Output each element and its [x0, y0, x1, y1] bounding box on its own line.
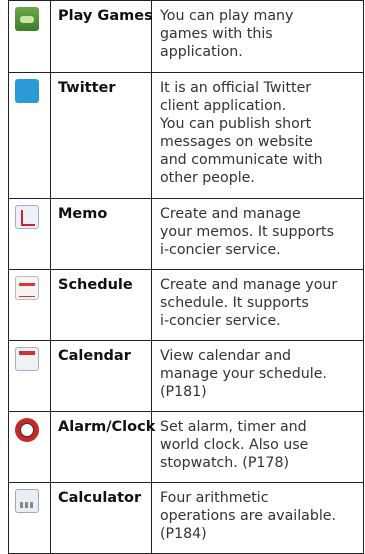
- schedule-icon: [15, 276, 39, 300]
- app-name: Alarm/Clock: [58, 419, 156, 435]
- table-row: Twitter It is an official Twitter client…: [8, 72, 364, 199]
- app-description: Set alarm, timer and world clock. Also u…: [160, 419, 309, 471]
- table-row: Calendar View calendar and manage your s…: [8, 340, 364, 412]
- twitter-bird-icon: [15, 79, 39, 103]
- app-name: Calendar: [58, 348, 131, 364]
- app-description: It is an official Twitter client applica…: [160, 80, 323, 186]
- app-description: Create and manage your memos. It support…: [160, 206, 334, 258]
- app-name: Twitter: [58, 80, 116, 96]
- app-name: Play Games: [58, 8, 153, 24]
- play-games-icon: [15, 7, 39, 31]
- app-description: Four arithmetic operations are available…: [160, 490, 337, 542]
- app-name: Memo: [58, 206, 108, 222]
- alarm-clock-icon: [15, 418, 39, 442]
- calendar-icon: [15, 347, 39, 371]
- table-row: Alarm/Clock Set alarm, timer and world c…: [8, 411, 364, 483]
- app-description: You can play many games with this applic…: [160, 8, 294, 60]
- table-row: Schedule Create and manage your schedule…: [8, 269, 364, 341]
- table-row: Memo Create and manage your memos. It su…: [8, 198, 364, 270]
- app-description: View calendar and manage your schedule. …: [160, 348, 327, 400]
- app-description: Create and manage your schedule. It supp…: [160, 277, 338, 329]
- table-row: Play Games You can play many games with …: [8, 0, 364, 73]
- calculator-icon: [15, 489, 39, 513]
- app-list-table: Play Games You can play many games with …: [8, 0, 364, 554]
- app-name: Schedule: [58, 277, 133, 293]
- table-row: Calculator Four arithmetic operations ar…: [8, 482, 364, 554]
- app-name: Calculator: [58, 490, 142, 506]
- memo-pad-icon: [15, 205, 39, 229]
